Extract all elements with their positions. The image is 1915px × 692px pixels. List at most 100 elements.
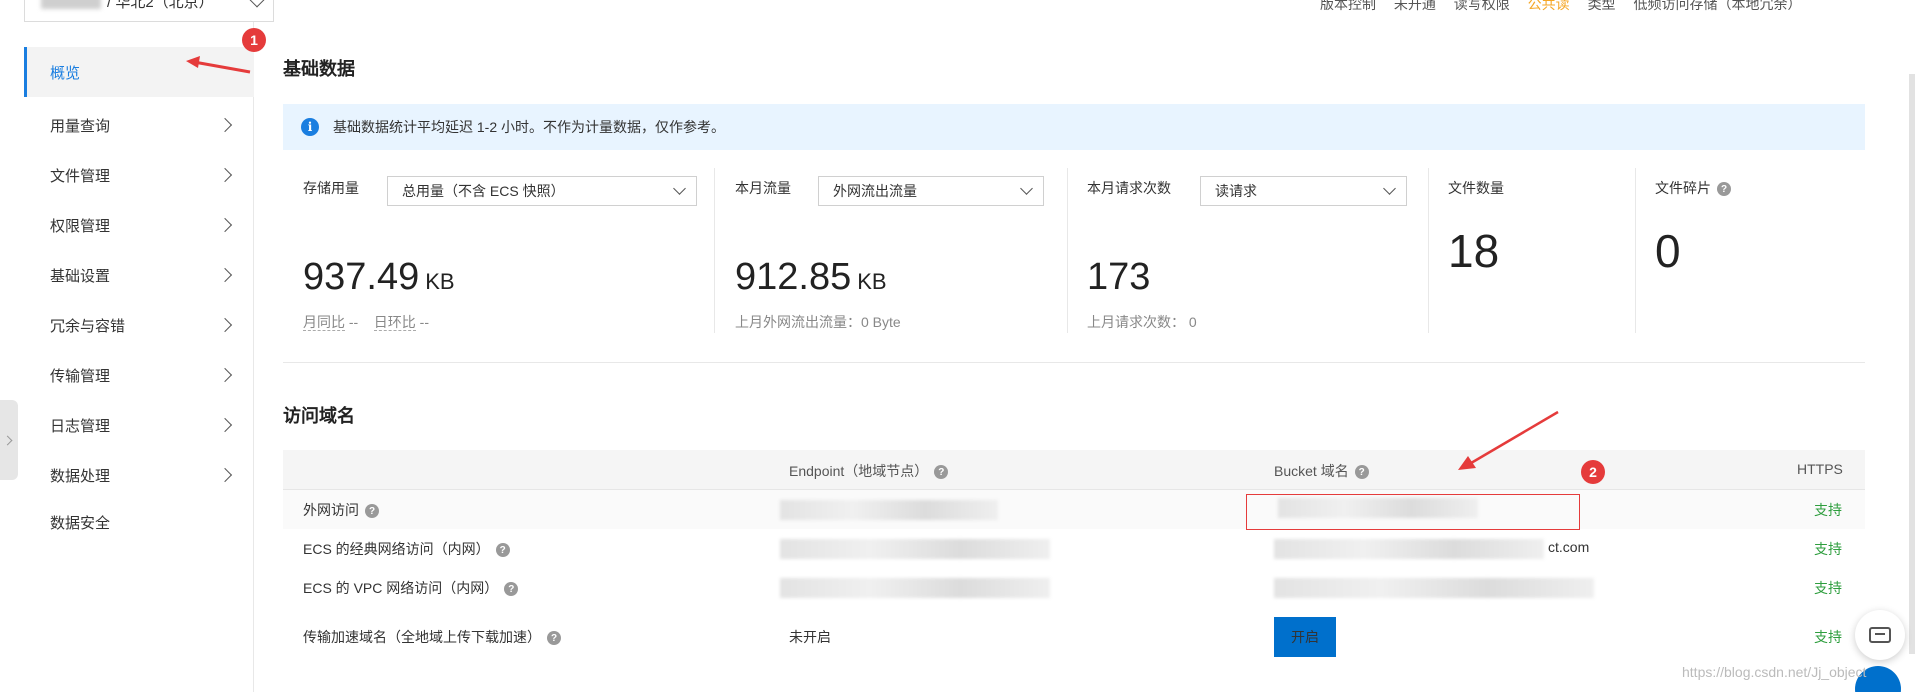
divider — [1635, 168, 1636, 333]
requests-type-select[interactable]: 读请求 — [1200, 176, 1407, 206]
sidebar-item-files[interactable]: 文件管理 — [24, 150, 254, 200]
type-value: 低频访问存储（本地冗余） — [1633, 0, 1802, 12]
info-icon: i — [301, 118, 319, 136]
requests-select-value: 读请求 — [1215, 183, 1257, 199]
traffic-number: 912.85 — [735, 256, 852, 298]
help-icon[interactable]: ? — [1354, 465, 1369, 480]
acl-label: 读写权限 — [1453, 0, 1510, 12]
help-icon[interactable]: ? — [504, 582, 519, 597]
files-value: 18 — [1448, 225, 1500, 277]
mom-label: 月同比 — [303, 314, 345, 331]
chevron-right-icon — [2, 435, 13, 445]
chevron-right-icon — [217, 317, 233, 333]
masked-endpoint — [780, 500, 998, 520]
requests-value: 173 — [1087, 256, 1151, 298]
sidebar-item-label: 基础设置 — [50, 267, 111, 285]
section-title-domains: 访问域名 — [283, 406, 355, 426]
sidebar-item-logs[interactable]: 日志管理 — [24, 400, 254, 450]
files-label: 文件数量 — [1448, 180, 1504, 196]
row-name: ECS 的 VPC 网络访问（内网）? — [303, 578, 519, 598]
sidebar-item-permissions[interactable]: 权限管理 — [24, 200, 254, 250]
https-support: 支持 — [1814, 580, 1842, 596]
region-select[interactable]: / 华北2（北京） — [24, 0, 274, 22]
divider — [1428, 168, 1429, 333]
storage-value: 937.49 KB — [303, 256, 455, 299]
sidebar-item-transfer[interactable]: 传输管理 — [24, 350, 254, 400]
requests-label: 本月请求次数 — [1087, 180, 1171, 196]
bucket-domain-tail: ct.com — [1548, 539, 1590, 555]
stat-requests: 本月请求次数 读请求 173 上月请求次数： 0 — [1087, 168, 1417, 333]
table-row: ECS 的 VPC 网络访问（内网）? 支持 — [283, 568, 1865, 607]
masked-bucket-domain — [1274, 578, 1594, 598]
traffic-value: 912.85 KB — [735, 256, 887, 299]
row-name-text: ECS 的 VPC 网络访问（内网） — [303, 580, 499, 596]
row-name-text: 传输加速域名（全地域上传下载加速） — [303, 629, 541, 645]
chevron-right-icon — [217, 467, 233, 483]
chevron-right-icon — [217, 117, 233, 133]
sidebar-item-label: 概览 — [50, 64, 81, 82]
domains-table: Endpoint（地域节点）? Bucket 域名? HTTPS 外网访问? 支… — [283, 450, 1865, 667]
row-name-text: ECS 的经典网络访问（内网） — [303, 541, 490, 557]
header-endpoint-text: Endpoint（地域节点） — [789, 463, 929, 479]
fragments-label-text: 文件碎片 — [1655, 180, 1711, 196]
https-support: 支持 — [1814, 502, 1842, 518]
stat-traffic: 本月流量 外网流出流量 912.85 KB 上月外网流出流量：0 Byte — [735, 168, 1065, 333]
storage-select-value: 总用量（不含 ECS 快照） — [402, 183, 565, 199]
version-label: 版本控制 — [1320, 0, 1376, 12]
header-https: HTTPS — [1797, 461, 1843, 477]
annotation-badge-2: 2 — [1581, 460, 1605, 484]
annotation-arrow-2 — [1458, 410, 1559, 470]
storage-label: 存储用量 — [303, 180, 359, 196]
traffic-type-select[interactable]: 外网流出流量 — [818, 176, 1044, 206]
sidebar-item-basic-settings[interactable]: 基础设置 — [24, 250, 254, 300]
help-icon[interactable]: ? — [1717, 182, 1731, 197]
sidebar: / 华北2（北京） 概览 用量查询 文件管理 权限管理 基础设置 冗余与容错 传… — [0, 0, 274, 692]
mom-value: -- — [348, 314, 359, 330]
row-name: ECS 的经典网络访问（内网）? — [303, 539, 510, 559]
requests-sub: 上月请求次数： 0 — [1087, 314, 1197, 330]
scrollbar[interactable] — [1909, 74, 1915, 654]
storage-compare: 月同比 -- 日环比 -- — [303, 312, 429, 332]
help-icon[interactable]: ? — [495, 543, 510, 558]
chevron-right-icon — [217, 167, 233, 183]
chevron-right-icon — [217, 267, 233, 283]
acceleration-status: 未开启 — [789, 629, 831, 645]
version-value: 未开通 — [1393, 0, 1436, 12]
divider — [714, 168, 715, 333]
dod-value: -- — [419, 314, 429, 330]
dod-label: 日环比 — [373, 314, 416, 331]
masked-bucket-domain — [1274, 539, 1544, 559]
type-label: 类型 — [1587, 0, 1616, 12]
fragments-label: 文件碎片? — [1655, 178, 1731, 198]
https-support: 支持 — [1814, 629, 1842, 645]
fragments-value: 0 — [1655, 225, 1681, 277]
sidebar-item-data-processing[interactable]: 数据处理 — [24, 450, 254, 500]
traffic-sub: 上月外网流出流量：0 Byte — [735, 314, 901, 330]
masked-endpoint — [780, 539, 1050, 559]
annotation-badge-1: 1 — [242, 28, 266, 52]
sidebar-item-redundancy[interactable]: 冗余与容错 — [24, 300, 254, 350]
masked-bucket-name — [41, 0, 101, 9]
chat-icon — [1869, 627, 1891, 643]
divider — [1067, 168, 1068, 333]
chevron-right-icon — [217, 367, 233, 383]
row-name: 外网访问? — [303, 500, 379, 520]
traffic-unit: KB — [857, 269, 887, 294]
row-name: 传输加速域名（全地域上传下载加速）? — [303, 627, 561, 647]
header-bucket-text: Bucket 域名 — [1274, 463, 1349, 479]
stat-storage: 存储用量 总用量（不含 ECS 快照） 937.49 KB 月同比 -- 日环比 … — [303, 168, 697, 333]
https-support: 支持 — [1814, 541, 1842, 557]
chat-button[interactable] — [1855, 610, 1905, 660]
help-icon[interactable]: ? — [934, 465, 949, 480]
storage-type-select[interactable]: 总用量（不含 ECS 快照） — [387, 176, 697, 206]
help-icon[interactable]: ? — [365, 504, 379, 519]
sidebar-item-label: 用量查询 — [50, 117, 111, 135]
sidebar-item-usage[interactable]: 用量查询 — [24, 100, 254, 150]
enable-acceleration-button[interactable]: 开启 — [1274, 617, 1336, 657]
help-icon[interactable]: ? — [547, 631, 561, 646]
sidebar-collapse-toggle[interactable] — [0, 400, 18, 480]
table-row: 传输加速域名（全地域上传下载加速）? 未开启 开启 支持 — [283, 607, 1865, 667]
sidebar-item-data-security[interactable]: 数据安全 — [24, 497, 254, 547]
storage-number: 937.49 — [303, 256, 420, 298]
table-row: ECS 的经典网络访问（内网）? ct.com 支持 — [283, 529, 1865, 568]
